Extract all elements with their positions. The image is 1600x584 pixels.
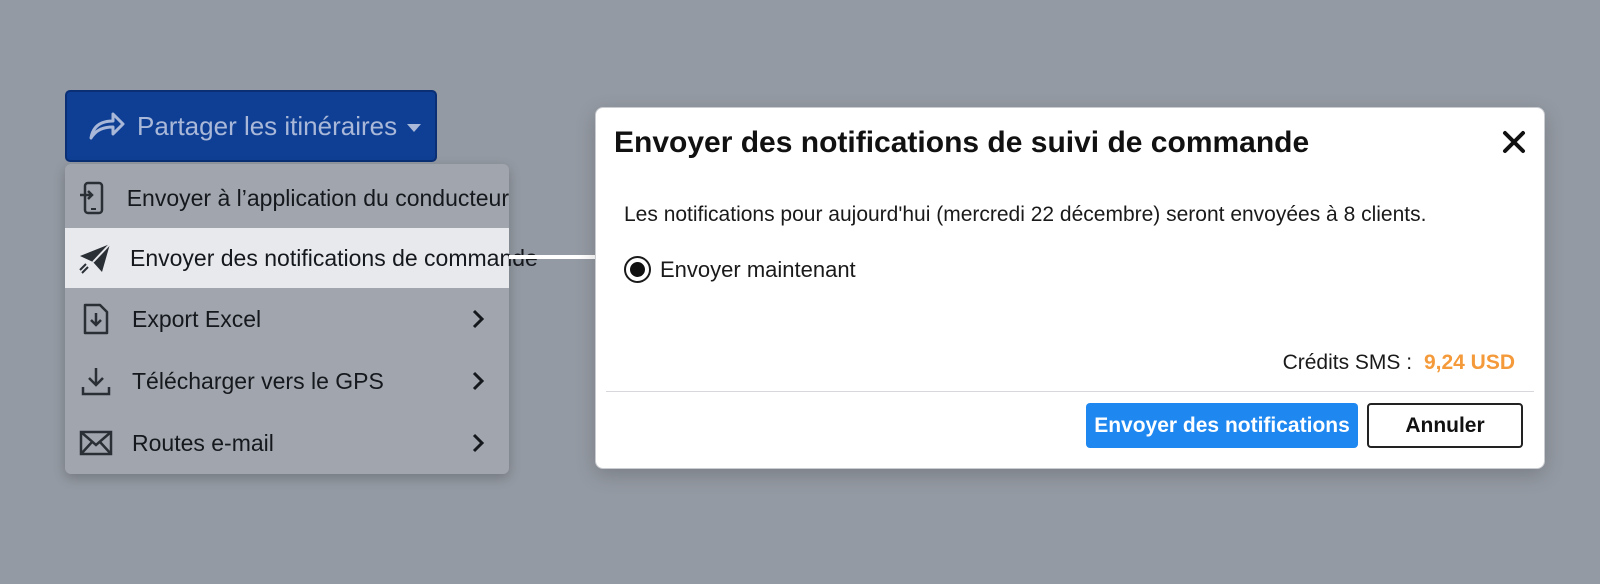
send-now-radio[interactable]: Envoyer maintenant (624, 256, 856, 283)
close-icon[interactable] (1498, 126, 1530, 158)
menu-item-label: Routes e-mail (132, 429, 274, 456)
sms-credits-label: Crédits SMS : (1282, 351, 1413, 374)
menu-item-email-routes[interactable]: Routes e-mail (65, 413, 509, 473)
chevron-down-icon (407, 123, 422, 132)
radio-label: Envoyer maintenant (660, 256, 856, 282)
menu-item-label: Envoyer des notifications de commande (130, 244, 538, 271)
download-icon (78, 363, 114, 399)
dialog-message: Les notifications pour aujourd'hui (merc… (624, 203, 1427, 226)
phone-send-icon (78, 180, 109, 216)
share-routes-label: Partager les itinéraires (137, 110, 398, 141)
envelope-icon (78, 425, 114, 461)
dialog-title: Envoyer des notifications de suivi de co… (614, 126, 1310, 159)
share-routes-button[interactable]: Partager les itinéraires (65, 90, 437, 162)
menu-item-send-order-notifications[interactable]: Envoyer des notifications de commande (65, 228, 538, 288)
notification-dialog: Envoyer des notifications de suivi de co… (595, 107, 1545, 469)
menu-item-label: Télécharger vers le GPS (132, 367, 384, 394)
paper-plane-icon (78, 240, 112, 276)
file-download-icon (78, 301, 114, 337)
radio-button[interactable] (624, 256, 651, 283)
menu-item-download-gps[interactable]: Télécharger vers le GPS (65, 351, 509, 411)
dialog-divider (606, 391, 1534, 392)
send-notifications-button[interactable]: Envoyer des notifications (1086, 403, 1358, 448)
chevron-right-icon (463, 308, 493, 330)
share-dropdown-menu: Envoyer à l’application du conducteur En… (65, 164, 538, 474)
chevron-right-icon (463, 370, 493, 392)
menu-item-label: Envoyer à l’application du conducteur (126, 184, 509, 211)
sms-credits-amount: 9,24 USD (1423, 351, 1515, 374)
menu-item-label: Export Excel (132, 305, 262, 332)
connector-line (509, 255, 595, 259)
chevron-right-icon (463, 432, 493, 454)
radio-selected-dot (630, 262, 645, 277)
menu-item-export-excel[interactable]: Export Excel (65, 289, 509, 349)
share-arrow-icon (87, 107, 125, 145)
menu-item-send-to-driver-app[interactable]: Envoyer à l’application du conducteur (65, 168, 509, 228)
cancel-button[interactable]: Annuler (1367, 403, 1523, 448)
sms-credits: Crédits SMS : 9,24 USD (1283, 351, 1515, 375)
